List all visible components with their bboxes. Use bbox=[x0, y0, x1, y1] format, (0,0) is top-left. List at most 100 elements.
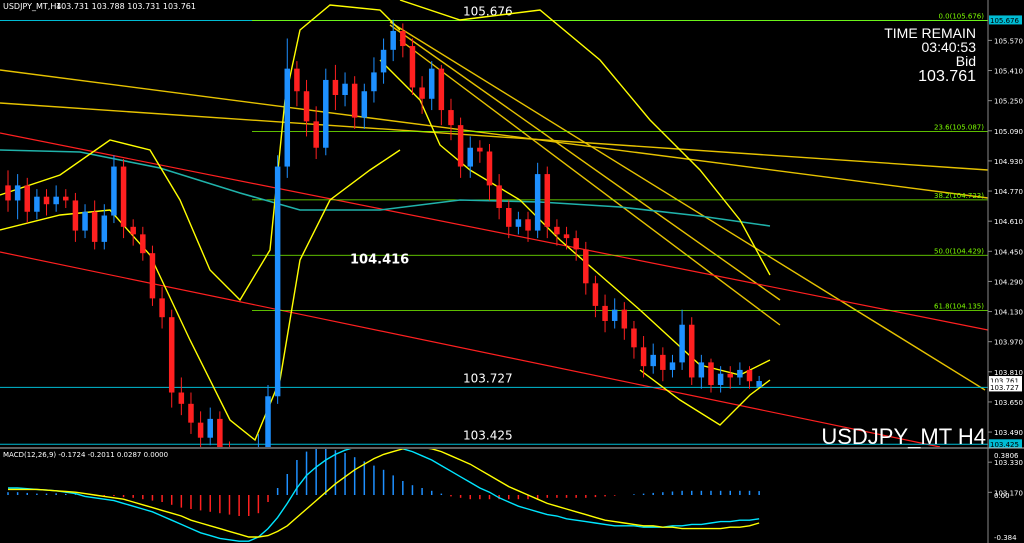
candle-body bbox=[506, 207, 512, 227]
candle-body bbox=[477, 147, 483, 152]
candle-body bbox=[371, 72, 377, 92]
bollinger-band-0 bbox=[0, 4, 401, 302]
candle-body bbox=[467, 147, 473, 167]
candle-body bbox=[111, 166, 117, 216]
price-tick-label: 104.450 bbox=[994, 248, 1023, 256]
candle-body bbox=[457, 125, 464, 167]
time-remain-value: 03:40:53 bbox=[921, 39, 977, 55]
fib-label-1: 23.6(105.087) bbox=[934, 123, 984, 131]
price-tick-label: 103.970 bbox=[994, 339, 1023, 347]
candle-body bbox=[380, 49, 387, 73]
macd-panel: MACD(12,26,9) -0.1724 -0.2011 0.0287 0.0… bbox=[3, 449, 760, 542]
candle-body bbox=[438, 68, 445, 111]
bollinger-band-1 bbox=[0, 149, 401, 442]
trendline-red-1 bbox=[0, 251, 941, 447]
candle-body bbox=[159, 298, 165, 318]
candle-body bbox=[525, 219, 531, 231]
bid-label: Bid bbox=[955, 53, 976, 69]
price-tick-label: 105.410 bbox=[994, 68, 1023, 76]
time-remain-panel: TIME REMAIN 03:40:53 Bid 103.761 bbox=[836, 26, 976, 85]
hline-label-1: 103.727 bbox=[463, 371, 513, 385]
candle-body bbox=[168, 317, 175, 393]
candle-body bbox=[34, 196, 40, 212]
chart-symbol-label: USDJPY_MT,H4 bbox=[3, 2, 61, 11]
price-tick-label: 103.330 bbox=[994, 459, 1023, 467]
candle-body bbox=[400, 30, 406, 47]
macd-tick-label: 0.3806 bbox=[994, 452, 1019, 460]
candle-body bbox=[631, 328, 637, 348]
candle-body bbox=[274, 166, 281, 397]
candle-body bbox=[746, 369, 753, 382]
candle-body bbox=[390, 30, 396, 50]
price-tick-label: 104.770 bbox=[994, 188, 1023, 196]
candle-body bbox=[650, 354, 656, 367]
candle-body bbox=[313, 121, 319, 148]
candle-body bbox=[149, 253, 156, 299]
macd-title: MACD(12,26,9) -0.1724 -0.2011 0.0287 0.0… bbox=[3, 451, 168, 459]
fib-label-2: 38.2(104.723) bbox=[934, 192, 984, 200]
candle-body bbox=[227, 449, 233, 472]
candle-body bbox=[602, 305, 608, 321]
candle-body bbox=[544, 174, 551, 227]
candle-body bbox=[496, 185, 502, 208]
candle-body bbox=[688, 324, 695, 378]
candle-body bbox=[554, 226, 560, 235]
candle-body bbox=[448, 110, 454, 126]
price-tick-label: 104.610 bbox=[994, 218, 1023, 226]
candle-body bbox=[708, 362, 714, 385]
candle-body bbox=[43, 196, 50, 205]
trendline-yellow-0 bbox=[0, 69, 988, 199]
candle-body bbox=[256, 449, 262, 464]
candle-body bbox=[246, 464, 252, 483]
fib-label-3: 50.0(104.429) bbox=[934, 247, 984, 255]
candle-body bbox=[207, 418, 213, 438]
candle-body bbox=[188, 403, 194, 423]
price-annotation-0: 104.416 bbox=[350, 253, 409, 268]
candle-body bbox=[621, 309, 628, 329]
candle-body bbox=[583, 249, 589, 284]
candle-body bbox=[419, 87, 425, 99]
price-tick-label: 105.250 bbox=[994, 98, 1023, 106]
price-tick-label: 103.650 bbox=[994, 399, 1023, 407]
candle-body bbox=[5, 185, 11, 201]
candle-body bbox=[428, 68, 435, 99]
candle-body bbox=[351, 83, 358, 118]
symbol-watermark: USDJPY_MT H4 bbox=[821, 424, 986, 449]
candle-body bbox=[669, 362, 676, 370]
candle-body bbox=[265, 396, 271, 447]
candle-body bbox=[611, 309, 618, 321]
fib-label-4: 61.8(104.135) bbox=[934, 303, 984, 311]
candle-body bbox=[217, 418, 223, 447]
candle-body bbox=[361, 91, 368, 118]
candle-body bbox=[592, 283, 599, 306]
candle-body bbox=[756, 381, 762, 387]
candle-body bbox=[120, 166, 127, 227]
candle-body bbox=[737, 369, 743, 378]
candle-body bbox=[82, 211, 88, 231]
candle-body bbox=[72, 200, 79, 231]
candle-body bbox=[640, 347, 647, 367]
macd-tick-label: 0.00 bbox=[994, 492, 1010, 500]
candle-body bbox=[91, 211, 98, 242]
price-tick-label: 103.810 bbox=[994, 369, 1023, 377]
candle-body bbox=[660, 354, 666, 370]
trendline-yellow-1 bbox=[0, 102, 988, 171]
price-tick-label: 105.570 bbox=[994, 37, 1023, 45]
bid-value: 103.761 bbox=[918, 68, 976, 85]
candle-body bbox=[14, 185, 21, 201]
candle-body bbox=[332, 79, 339, 96]
candle-body bbox=[727, 373, 733, 378]
candle-body bbox=[563, 234, 570, 239]
bollinger-band-3 bbox=[399, 0, 771, 276]
candle-body bbox=[679, 324, 685, 363]
candle-body bbox=[284, 68, 291, 167]
candle-body bbox=[698, 362, 705, 378]
fib-axis-badge-label: 105.676 bbox=[990, 17, 1019, 25]
trendline-red-0 bbox=[0, 132, 988, 331]
candle-body bbox=[534, 174, 541, 231]
candle-body bbox=[515, 219, 522, 227]
candle-body bbox=[140, 234, 146, 254]
candle-body bbox=[101, 215, 108, 242]
candle-body bbox=[178, 392, 185, 404]
candle-body bbox=[409, 46, 416, 88]
